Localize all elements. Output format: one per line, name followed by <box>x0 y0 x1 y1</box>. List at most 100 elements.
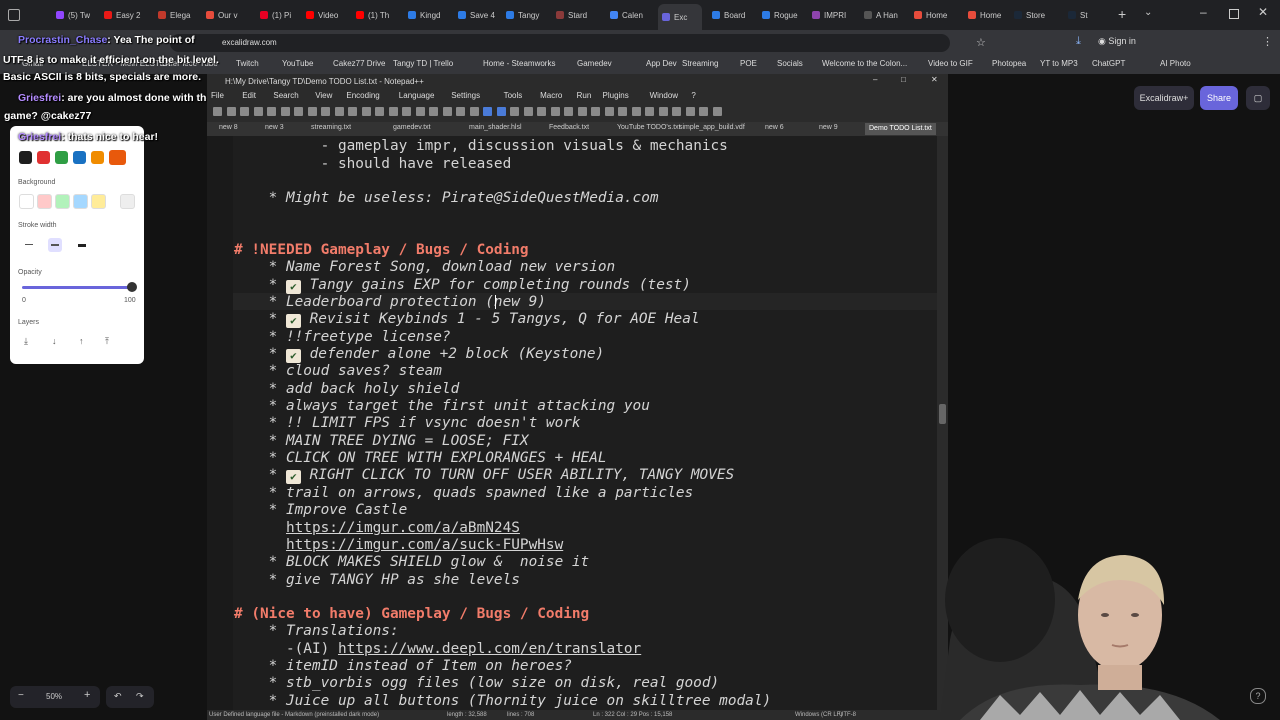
send-to-back-icon[interactable]: ⤓ <box>24 336 28 347</box>
menu-item[interactable]: Run <box>577 91 592 100</box>
text-line[interactable]: * Juice up all buttons (Thornity juice o… <box>234 693 772 709</box>
file-tab[interactable]: new 6 <box>765 124 784 131</box>
download-icon[interactable]: ⤓ <box>1076 35 1081 48</box>
text-line[interactable]: * Improve Castle <box>234 502 408 518</box>
toolbar-icon[interactable] <box>456 107 465 116</box>
toolbar-icon[interactable] <box>415 107 425 116</box>
redo-icon[interactable]: ↷ <box>136 691 144 702</box>
send-backward-icon[interactable]: ↓ <box>52 336 57 346</box>
text-line[interactable]: - gameplay impr, discussion visuals & me… <box>234 138 728 154</box>
background-color-swatch[interactable] <box>55 194 70 209</box>
toolbar-icon[interactable] <box>591 107 600 116</box>
bookmark-item[interactable]: Streaming <box>682 59 718 68</box>
bookmark-item[interactable]: Photopea <box>992 59 1026 68</box>
notepad-maximize-icon[interactable]: □ <box>901 75 906 84</box>
toolbar-icon[interactable] <box>280 107 290 116</box>
undo-icon[interactable]: ↶ <box>114 691 122 702</box>
toolbar-icon[interactable] <box>307 107 317 116</box>
toolbar-icon[interactable] <box>645 107 654 116</box>
toolbar-icon[interactable] <box>429 107 438 116</box>
file-tab[interactable]: YouTube TODO's.txt <box>617 124 681 131</box>
browser-tab[interactable]: St <box>1068 6 1112 24</box>
toolbar-icon[interactable] <box>334 107 344 116</box>
text-line[interactable]: * always target the first unit attacking… <box>234 398 650 414</box>
text-line[interactable]: https://imgur.com/a/aBmN24S <box>234 520 520 536</box>
file-tab[interactable]: gamedev.txt <box>393 124 431 131</box>
text-line[interactable]: -(AI) https://www.deepl.com/en/translato… <box>234 641 641 657</box>
toolbar-icon[interactable] <box>618 107 627 116</box>
browser-tab[interactable]: Home <box>914 6 958 24</box>
toolbar-icon[interactable] <box>361 107 371 116</box>
bookmark-item[interactable]: App Dev <box>646 59 677 68</box>
url-input[interactable]: excalidraw.com <box>170 34 950 52</box>
browser-tab[interactable]: Elega <box>158 6 202 24</box>
toolbar-icon[interactable] <box>226 107 236 116</box>
url-link[interactable]: https://imgur.com/a/aBmN24S <box>286 520 520 536</box>
file-tab[interactable]: main_shader.hlsl <box>469 124 522 131</box>
menu-item[interactable]: Macro <box>540 91 562 100</box>
minimize-icon[interactable]: – <box>1200 5 1207 19</box>
toolbar-icon[interactable] <box>672 107 681 116</box>
toolbar-icon[interactable] <box>685 107 695 116</box>
zoom-level[interactable]: 50% <box>46 692 62 701</box>
text-line[interactable]: * ✔ RIGHT CLICK TO TURN OFF USER ABILITY… <box>234 467 734 484</box>
bookmark-item[interactable]: Tangy TD | Trello <box>393 59 453 68</box>
text-line[interactable]: * cloud saves? steam <box>234 363 442 379</box>
opacity-slider-handle[interactable] <box>127 282 137 292</box>
toolbar-icon[interactable] <box>348 107 357 116</box>
toolbar-icon[interactable] <box>537 107 546 116</box>
background-color-swatch[interactable] <box>91 194 106 209</box>
stroke-thin-button[interactable] <box>22 238 36 252</box>
browser-tab[interactable]: Tangy <box>506 6 550 24</box>
browser-tab[interactable]: Home <box>968 6 1012 24</box>
menu-item[interactable]: Settings <box>451 91 480 100</box>
background-color-swatch[interactable] <box>73 194 88 209</box>
tab-list-chevron-icon[interactable]: ⌄ <box>1144 7 1152 18</box>
toolbar-icon[interactable] <box>496 107 506 116</box>
text-line[interactable]: * give TANGY HP as she levels <box>234 572 520 588</box>
bookmark-item[interactable]: Home - Steamworks <box>483 59 555 68</box>
text-line[interactable]: * Leaderboard protection (new 9) <box>234 294 546 310</box>
menu-item[interactable]: Tools <box>504 91 523 100</box>
menu-item[interactable]: File <box>211 91 224 100</box>
browser-tab[interactable]: Easy 2 <box>104 6 148 24</box>
menu-item[interactable]: Language <box>399 91 435 100</box>
toolbar-icon[interactable] <box>240 107 249 116</box>
url-link[interactable]: https://imgur.com/a/suck-FUPwHsw <box>286 537 563 553</box>
stroke-color-swatch[interactable] <box>73 151 86 164</box>
text-line[interactable]: * MAIN TREE DYING = LOOSE; FIX <box>234 433 529 449</box>
background-color-swatch[interactable] <box>120 194 135 209</box>
browser-tab[interactable]: Video <box>306 6 350 24</box>
stroke-color-swatch[interactable] <box>91 151 104 164</box>
text-line[interactable]: * Might be useless: Pirate@SideQuestMedi… <box>234 190 659 206</box>
toolbar-icon[interactable] <box>267 107 276 116</box>
toolbar-icon[interactable] <box>213 107 222 116</box>
text-line[interactable]: * stb_vorbis ogg files (low size on disk… <box>234 675 720 691</box>
sign-in-button[interactable]: ◉ Sign in <box>1098 36 1136 47</box>
toolbar-icon[interactable] <box>402 107 411 116</box>
browser-tab[interactable]: (1) Th <box>356 6 400 24</box>
browser-tab[interactable]: Store <box>1014 6 1058 24</box>
text-line[interactable]: * add back holy shield <box>234 381 460 397</box>
bookmark-item[interactable]: Cakez77 Drive <box>333 59 385 68</box>
opacity-slider[interactable] <box>22 286 134 289</box>
bookmark-item[interactable]: Video to GIF <box>928 59 973 68</box>
browser-tab[interactable]: Exc <box>658 4 702 30</box>
file-tab[interactable]: new 8 <box>219 124 238 131</box>
toolbar-icon[interactable] <box>483 107 492 116</box>
text-line[interactable]: * ✔ Revisit Keybinds 1 - 5 Tangys, Q for… <box>234 311 700 328</box>
close-window-icon[interactable]: ✕ <box>1258 5 1268 19</box>
toolbar-icon[interactable] <box>253 107 263 116</box>
scrollbar-thumb[interactable] <box>939 404 946 424</box>
url-link[interactable]: https://www.deepl.com/en/translator <box>338 641 641 657</box>
bookmark-item[interactable]: Socials <box>777 59 803 68</box>
zoom-in-button[interactable]: + <box>84 689 90 701</box>
library-icon[interactable]: ▢ <box>1246 86 1270 110</box>
bookmark-item[interactable]: AI Photo <box>1160 59 1191 68</box>
background-color-swatch[interactable] <box>37 194 52 209</box>
file-tab[interactable]: streaming.txt <box>311 124 351 131</box>
toolbar-icon[interactable] <box>631 107 641 116</box>
file-tab[interactable]: new 9 <box>819 124 838 131</box>
file-tab[interactable]: new 3 <box>265 124 284 131</box>
menu-item[interactable]: Edit <box>242 91 256 100</box>
